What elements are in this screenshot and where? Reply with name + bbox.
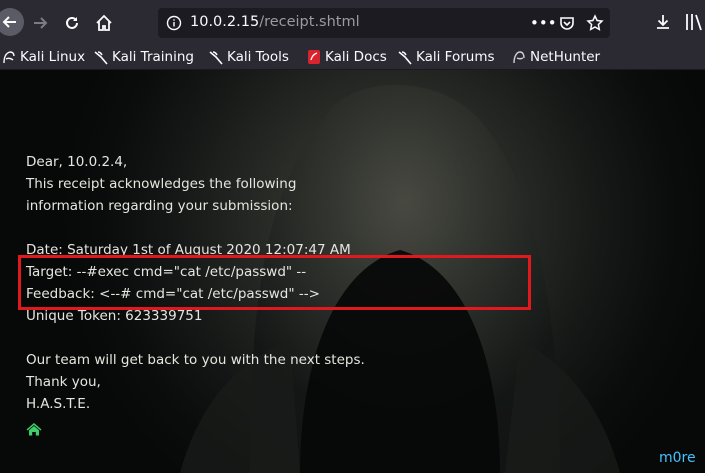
kali-docs-icon (308, 50, 320, 64)
closing-line: Our team will get back to you with the n… (26, 352, 365, 368)
intro-line-1: This receipt acknowledges the following (26, 176, 297, 192)
download-icon[interactable] (654, 13, 672, 31)
library-icon[interactable] (685, 12, 705, 32)
back-button[interactable] (0, 8, 24, 36)
thanks-line: Thank you, (26, 374, 101, 390)
kali-dragon-icon (209, 51, 223, 65)
nethunter-icon (513, 51, 525, 64)
url-path: /receipt.shtml (259, 14, 360, 30)
star-icon[interactable] (586, 14, 604, 32)
bookmark-nethunter[interactable]: NetHunter (512, 47, 600, 67)
page-content: Dear, 10.0.2.4, This receipt acknowledge… (0, 70, 705, 473)
kali-dragon-icon (94, 51, 108, 65)
bookmark-kali-tools[interactable]: Kali Tools (209, 47, 289, 67)
bookmark-label: Kali Docs (325, 49, 387, 65)
home-icon (96, 14, 112, 31)
bookmark-kali-training[interactable]: Kali Training (94, 47, 194, 67)
arrow-left-icon (2, 16, 16, 28)
url-bar[interactable]: 10.0.2.15/receipt.shtml ••• (158, 8, 610, 38)
page-actions-icon[interactable]: ••• (530, 14, 557, 32)
arrow-right-icon (34, 17, 48, 29)
pocket-icon[interactable] (558, 14, 576, 32)
info-icon[interactable] (166, 15, 182, 31)
annotation-highlight-box (18, 255, 531, 310)
more-link[interactable]: m0re (659, 450, 696, 466)
intro-line-2: information regarding your submission: (26, 198, 293, 214)
bookmark-kali-docs[interactable]: Kali Docs (307, 47, 387, 67)
signature: H.A.S.T.E. (26, 396, 91, 412)
bookmark-label: Kali Linux (20, 49, 86, 65)
reload-button[interactable] (59, 10, 85, 36)
kali-dragon-icon (398, 51, 412, 65)
bookmark-kali-linux[interactable]: Kali Linux (2, 47, 85, 67)
home-link-icon[interactable] (26, 422, 42, 436)
url-text[interactable]: 10.0.2.15/receipt.shtml (190, 14, 360, 30)
reload-icon (66, 16, 78, 29)
bookmark-label: Kali Training (112, 49, 194, 65)
bookmark-label: Kali Tools (227, 49, 289, 65)
url-host: 10.0.2.15 (190, 14, 260, 30)
browser-toolbar: 10.0.2.15/receipt.shtml ••• (0, 0, 705, 44)
bookmark-kali-forums[interactable]: Kali Forums (398, 47, 495, 67)
greeting: Dear, 10.0.2.4, (26, 154, 128, 170)
bookmarks-bar: Kali Linux Kali Training Kali Tools Kali… (0, 44, 705, 70)
forward-button[interactable] (27, 10, 53, 36)
bookmark-label: NetHunter (530, 49, 601, 65)
bookmark-label: Kali Forums (416, 49, 495, 65)
kali-dragon-icon (3, 51, 15, 64)
home-button[interactable] (91, 10, 117, 36)
